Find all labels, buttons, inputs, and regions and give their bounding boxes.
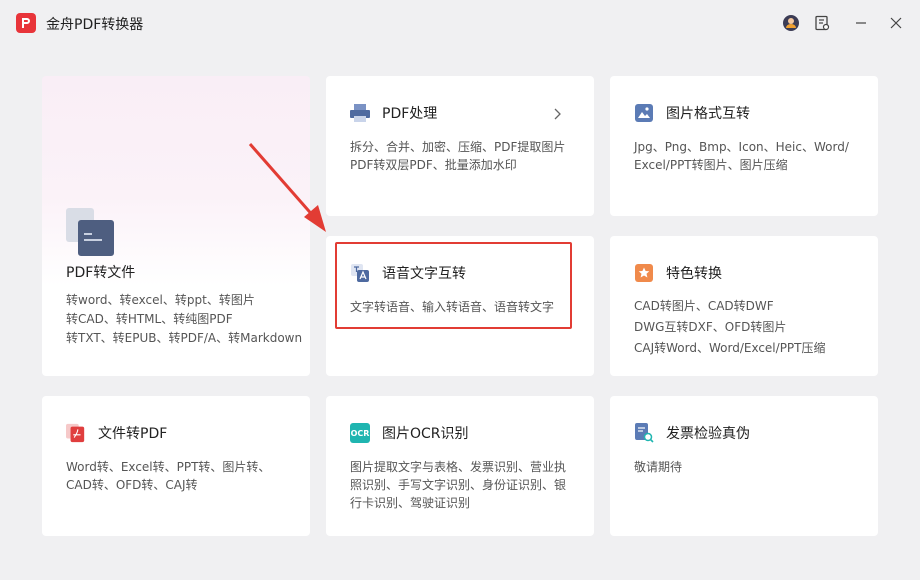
pdf-file-icon [66,423,86,443]
card-description: Word转、Excel转、PPT转、图片转、 CAD转、OFD转、CAJ转 [66,460,271,492]
card-description: 图片提取文字与表格、发票识别、营业执 照识别、手写文字识别、身份证识别、银 行卡… [350,460,567,510]
card-description: 敬请期待 [634,460,683,474]
card-pdf-process[interactable]: PDF处理 拆分、合并、加密、压缩、PDF提取图片 PDF转双层PDF、批量添加… [326,76,594,216]
invoice-search-icon [634,423,654,443]
card-description: Jpg、Png、Bmp、Icon、Heic、Word/ Excel/PPT转图片… [634,140,849,172]
card-title: 图片OCR识别 [382,426,469,442]
card-description: 拆分、合并、加密、压缩、PDF提取图片 PDF转双层PDF、批量添加水印 [350,140,566,172]
card-title: PDF处理 [382,106,438,122]
ocr-icon-label: OCR [350,423,370,443]
title-bar: 金舟PDF转换器 [0,0,920,48]
card-title: PDF转文件 [66,265,136,281]
card-title: 图片格式互转 [666,106,750,122]
image-icon [634,103,654,123]
card-title: 文件转PDF [98,426,168,442]
card-file-to-pdf[interactable]: 文件转PDF Word转、Excel转、PPT转、图片转、 CAD转、OFD转、… [42,396,310,536]
minimize-icon[interactable] [850,12,872,34]
ocr-icon: OCR [350,423,370,443]
card-ocr[interactable]: OCR 图片OCR识别 图片提取文字与表格、发票识别、营业执 照识别、手写文字识… [326,396,594,536]
user-avatar-icon[interactable] [780,12,802,34]
card-description: 转word、转excel、转ppt、转图片 转CAD、转HTML、转纯图PDF … [66,293,303,345]
app-title: 金舟PDF转换器 [46,17,144,33]
feedback-icon[interactable] [811,12,833,34]
printer-icon [350,103,370,123]
card-title: 特色转换 [666,266,722,282]
app-logo-icon [16,13,36,33]
speech-text-icon [350,263,370,283]
card-pdf-to-file[interactable]: PDF转文件 转word、转excel、转ppt、转图片 转CAD、转HTML、… [42,76,310,376]
card-invoice-verify[interactable]: 发票检验真伪 敬请期待 [610,396,878,536]
card-title: 发票检验真伪 [666,426,750,442]
close-icon[interactable] [885,12,907,34]
document-icon [66,208,114,256]
card-description: 文字转语音、输入转语音、语音转文字 [350,300,555,314]
star-icon [634,263,654,283]
card-image-format[interactable]: 图片格式互转 Jpg、Png、Bmp、Icon、Heic、Word/ Excel… [610,76,878,216]
card-speech-text[interactable]: 语音文字互转 文字转语音、输入转语音、语音转文字 [326,236,594,376]
card-description: CAD转图片、CAD转DWF DWG互转DXF、OFD转图片 CAJ转Word、… [634,299,826,355]
card-title: 语音文字互转 [382,266,466,282]
card-special-convert[interactable]: 特色转换 CAD转图片、CAD转DWF DWG互转DXF、OFD转图片 CAJ转… [610,236,878,376]
chevron-right-icon[interactable] [552,105,562,124]
